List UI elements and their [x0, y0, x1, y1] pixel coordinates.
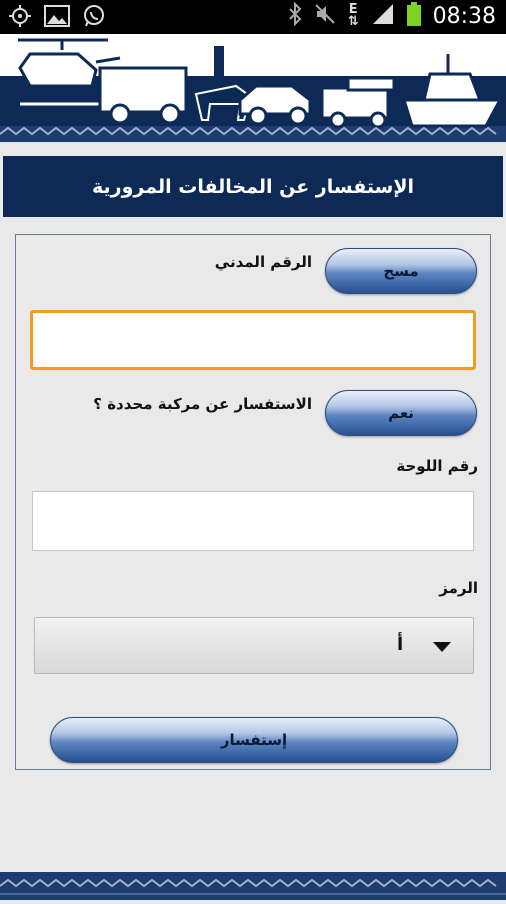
inquire-button[interactable]: إستفسار — [50, 717, 458, 763]
civil-id-label: الرقم المدني — [214, 253, 312, 271]
battery-icon — [406, 2, 421, 30]
whatsapp-icon — [82, 4, 106, 32]
footer-border-pattern — [0, 872, 506, 900]
image-icon — [44, 5, 70, 31]
code-selected-value: أ — [397, 634, 404, 655]
mute-icon — [314, 3, 336, 29]
bluetooth-icon — [288, 1, 302, 30]
header-banner — [0, 34, 506, 142]
vehicle-question-label: الاستفسار عن مركبة محددة ؟ — [93, 395, 312, 413]
page-title: الإستفسار عن المخالفات المرورية — [92, 175, 414, 198]
code-label: الرمز — [439, 579, 478, 597]
clear-button[interactable]: مسح — [325, 248, 477, 294]
signal-icon — [371, 3, 395, 29]
yes-button[interactable]: نعم — [325, 390, 477, 436]
clock: 08:38 — [432, 3, 496, 29]
plate-number-label: رقم اللوحة — [396, 457, 478, 475]
chevron-down-icon — [433, 642, 451, 652]
inquiry-form: مسح الرقم المدني نعم الاستفسار عن مركبة … — [15, 234, 491, 770]
civil-id-input[interactable] — [30, 310, 476, 370]
location-icon — [8, 4, 32, 32]
plate-number-input[interactable] — [32, 491, 474, 551]
code-select[interactable]: أ — [34, 617, 474, 674]
data-e-icon: E ⇅ — [347, 2, 359, 29]
page-title-bar: الإستفسار عن المخالفات المرورية — [3, 156, 503, 217]
status-bar: E ⇅ 08:38 — [0, 0, 506, 34]
